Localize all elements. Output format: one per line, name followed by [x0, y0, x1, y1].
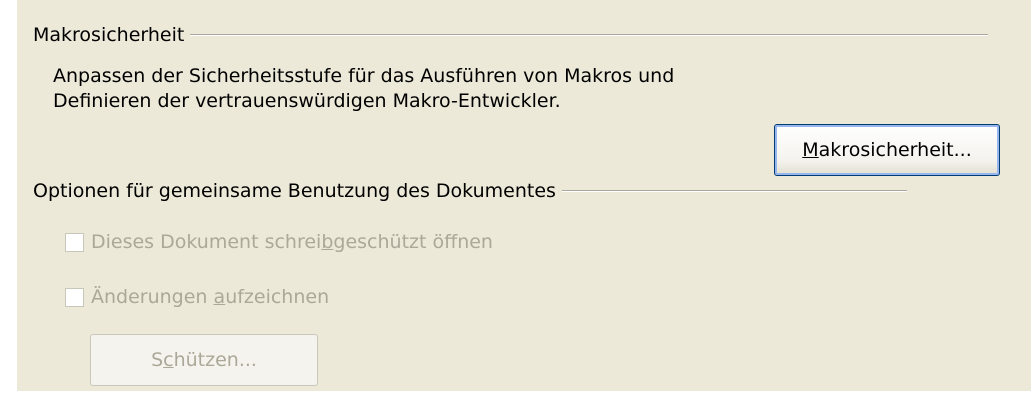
record-changes-checkbox-row[interactable]: Änderungen aufzeichnen — [65, 286, 329, 308]
macro-security-button[interactable]: Makrosicherheit... — [774, 124, 1000, 176]
record-changes-checkbox[interactable] — [65, 287, 84, 307]
group-separator-line — [561, 190, 907, 192]
macro-security-group-header: Makrosicherheit — [33, 24, 989, 46]
protect-button[interactable]: Schützen... — [90, 334, 318, 386]
macro-security-description: Anpassen der Sicherheitsstufe für das Au… — [53, 65, 675, 112]
record-changes-checkbox-label: Änderungen aufzeichnen — [91, 286, 330, 308]
group-separator-line — [190, 34, 989, 36]
macro-security-button-label: Makrosicherheit... — [802, 139, 972, 161]
read-only-checkbox-row[interactable]: Dieses Dokument schreibgeschützt öffnen — [65, 231, 493, 253]
read-only-checkbox[interactable] — [65, 232, 84, 252]
sharing-options-group-header: Optionen für gemeinsame Benutzung des Do… — [33, 180, 907, 202]
protect-button-label: Schützen... — [151, 349, 257, 371]
read-only-checkbox-label: Dieses Dokument schreibgeschützt öffnen — [91, 231, 493, 253]
sharing-options-group-title: Optionen für gemeinsame Benutzung des Do… — [33, 180, 556, 202]
options-panel: Makrosicherheit Anpassen der Sicherheits… — [17, 0, 1031, 391]
macro-security-group-title: Makrosicherheit — [33, 24, 185, 46]
